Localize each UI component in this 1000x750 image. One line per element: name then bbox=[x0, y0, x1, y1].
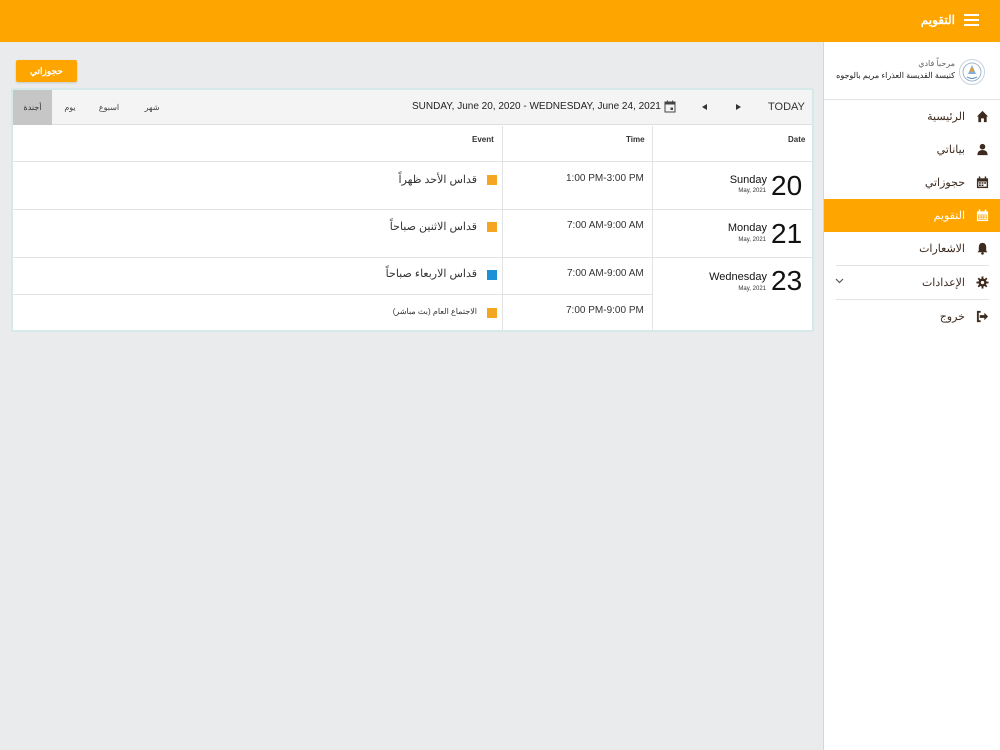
event-color-swatch bbox=[487, 270, 497, 280]
chevron-down-icon[interactable] bbox=[835, 278, 844, 284]
row-divider bbox=[13, 209, 812, 210]
profile-block: مرحباً فادي كنيسة القديسة العذراء مريم ب… bbox=[824, 42, 1000, 100]
row-divider bbox=[13, 294, 652, 295]
column-divider bbox=[652, 126, 653, 332]
row-divider bbox=[13, 161, 812, 162]
sidebar: مرحباً فادي كنيسة القديسة العذراء مريم ب… bbox=[823, 42, 1000, 750]
today-button[interactable]: TODAY bbox=[768, 101, 805, 113]
sidebar-item-label: التقويم bbox=[933, 210, 965, 222]
event-title[interactable]: الاجتماع العام (بث مباشر) bbox=[393, 307, 477, 316]
day-name: Monday bbox=[727, 222, 767, 234]
sidebar-item-notifications[interactable]: الاشعارات bbox=[824, 232, 1000, 265]
event-color-swatch bbox=[487, 308, 497, 318]
sidebar-item-reservations[interactable]: حجوزاتي bbox=[824, 166, 1000, 199]
column-divider bbox=[502, 126, 503, 332]
hamburger-icon[interactable] bbox=[964, 14, 979, 26]
date-range: SUNDAY, June 20, 2020 - WEDNESDAY, June … bbox=[412, 101, 661, 112]
sidebar-item-calendar[interactable]: التقويم bbox=[824, 199, 1000, 232]
day-month: May, 2021 bbox=[738, 188, 766, 194]
sidebar-item-settings[interactable]: الإعدادات bbox=[824, 266, 1000, 299]
header-time: Time bbox=[626, 135, 645, 144]
header-date: Date bbox=[788, 135, 806, 144]
sidebar-item-label: الرئيسية bbox=[927, 111, 965, 123]
day-name: Wednesday bbox=[709, 271, 767, 283]
event-time: 1:00 PM-3:00 PM bbox=[566, 173, 644, 184]
bell-icon bbox=[977, 242, 988, 255]
event-title[interactable]: قداس الأحد ظهراً bbox=[399, 173, 477, 186]
header-event: Event bbox=[472, 135, 494, 144]
day-number: 20 bbox=[771, 170, 803, 201]
next-arrow[interactable] bbox=[736, 104, 741, 110]
event-color-swatch bbox=[487, 222, 497, 232]
event-title[interactable]: قداس الاربعاء صباحاً bbox=[386, 267, 477, 280]
home-icon bbox=[976, 110, 989, 123]
church-logo bbox=[959, 59, 985, 85]
top-bar: التقويم bbox=[0, 0, 1000, 42]
event-time: 7:00 AM-9:00 AM bbox=[567, 220, 644, 231]
calendar-icon bbox=[976, 176, 989, 189]
sidebar-item-label: الإعدادات bbox=[921, 277, 965, 289]
sidebar-item-label: حجوزاتي bbox=[924, 177, 965, 189]
day-name: Sunday bbox=[729, 174, 767, 186]
tab-agenda[interactable]: أجندة bbox=[13, 90, 52, 125]
day-number: 23 bbox=[771, 265, 803, 296]
calendar-grid-icon bbox=[976, 209, 989, 222]
day-month: May, 2021 bbox=[738, 286, 766, 292]
sidebar-item-home[interactable]: الرئيسية bbox=[824, 100, 1000, 133]
greeting-text: مرحباً فادي bbox=[918, 59, 955, 68]
sidebar-item-label: بياناتي bbox=[936, 144, 965, 156]
date-picker-icon[interactable] bbox=[664, 100, 676, 113]
row-divider bbox=[13, 257, 812, 258]
user-icon bbox=[977, 143, 988, 156]
sidebar-item-label: الاشعارات bbox=[919, 243, 965, 255]
event-time: 7:00 PM-9:00 PM bbox=[566, 305, 644, 316]
previous-arrow[interactable] bbox=[702, 104, 707, 110]
day-number: 21 bbox=[771, 218, 803, 249]
sidebar-item-label: خروج bbox=[939, 311, 965, 323]
gear-icon bbox=[976, 276, 989, 289]
day-month: May, 2021 bbox=[738, 237, 766, 243]
event-color-swatch bbox=[487, 175, 497, 185]
logout-icon bbox=[976, 310, 989, 323]
my-reservations-button[interactable]: حجوزاتي bbox=[16, 60, 77, 82]
event-time: 7:00 AM-9:00 AM bbox=[567, 268, 644, 279]
calendar-panel: شهر اسبوع يوم أجندة SUNDAY, June 20, 202… bbox=[11, 88, 814, 332]
tab-month[interactable]: شهر bbox=[138, 90, 166, 125]
page-title: التقويم bbox=[920, 13, 955, 27]
logo-icon bbox=[962, 62, 982, 82]
sidebar-item-profile[interactable]: بياناتي bbox=[824, 133, 1000, 166]
calendar-toolbar: شهر اسبوع يوم أجندة SUNDAY, June 20, 202… bbox=[13, 90, 812, 125]
church-name: كنيسة القديسة العذراء مريم بالوجوه bbox=[836, 71, 955, 80]
tab-day[interactable]: يوم bbox=[59, 90, 81, 125]
event-title[interactable]: قداس الاثنين صباحاً bbox=[390, 220, 477, 233]
tab-week[interactable]: اسبوع bbox=[95, 90, 123, 125]
sidebar-item-logout[interactable]: خروج bbox=[824, 300, 1000, 333]
